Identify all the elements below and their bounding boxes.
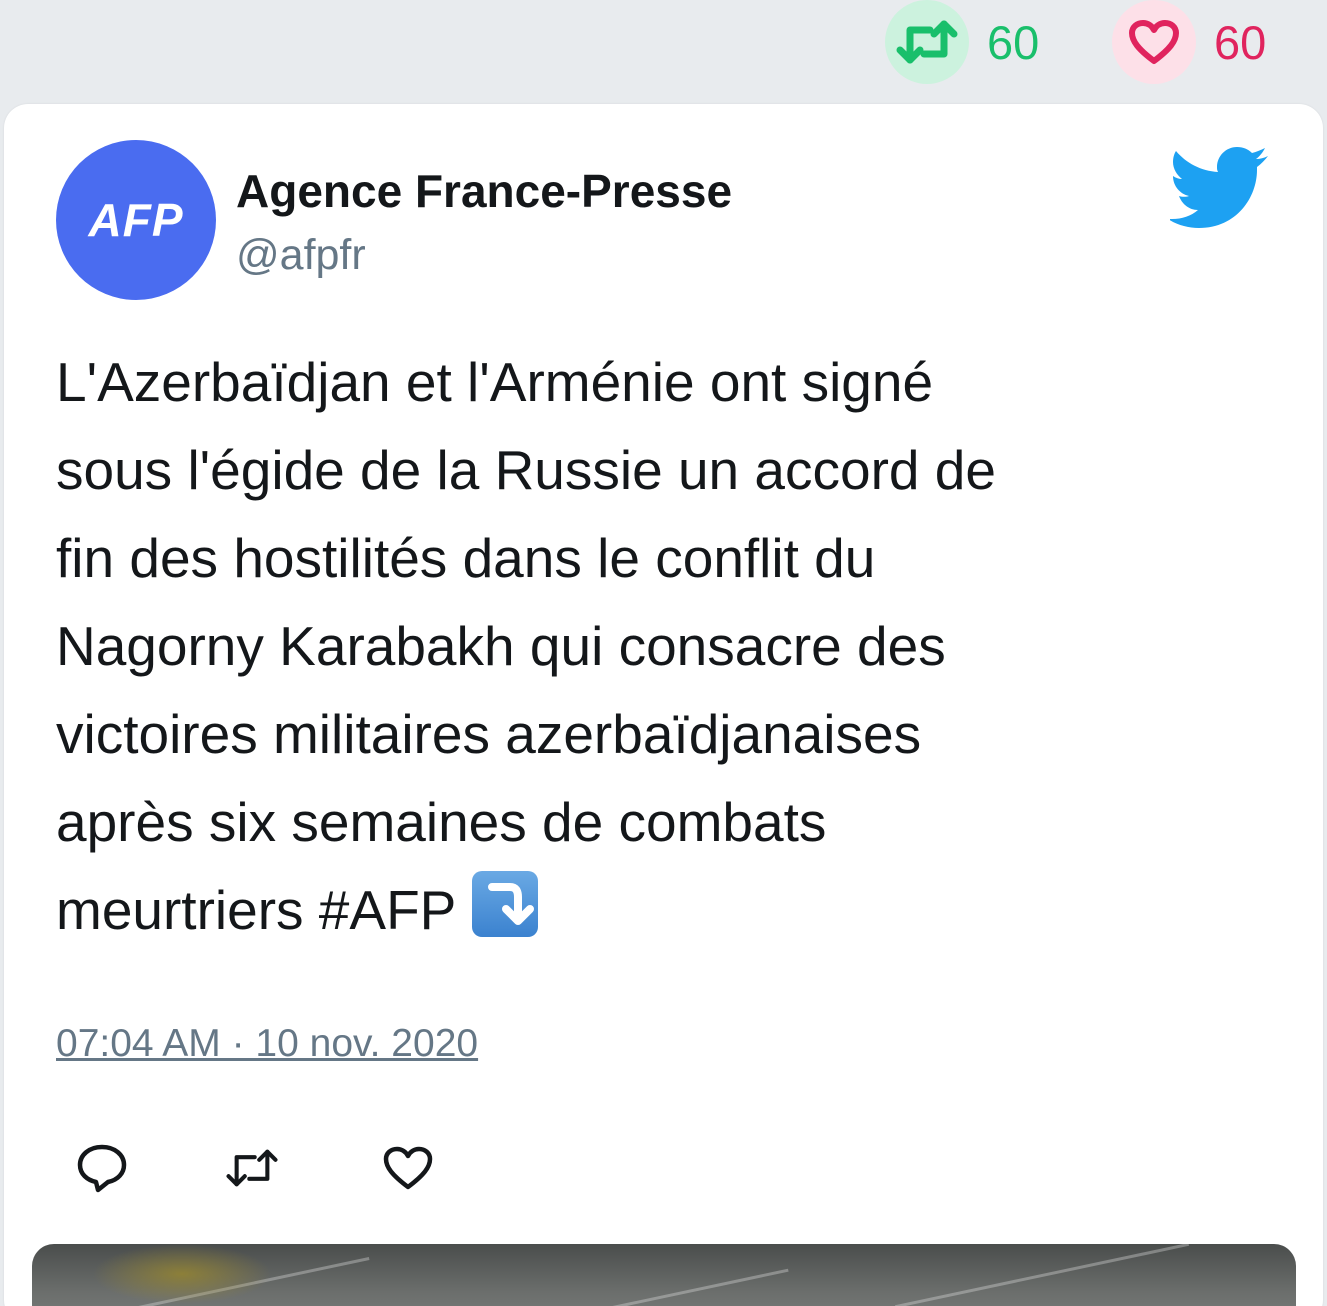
- retweet-button[interactable]: [224, 1140, 280, 1196]
- tweet-timestamp[interactable]: 07:04 AM · 10 nov. 2020: [56, 1024, 478, 1063]
- retweet-stat[interactable]: 60: [885, 0, 1039, 84]
- like-stat[interactable]: 60: [1112, 0, 1266, 84]
- retweet-stat-bubble: [885, 0, 969, 84]
- avatar-logo-text: AFP: [88, 194, 184, 246]
- retweet-count: 60: [987, 15, 1040, 69]
- like-button[interactable]: [380, 1140, 436, 1196]
- tweet-media-image[interactable]: [32, 1244, 1296, 1306]
- reply-icon: [77, 1144, 127, 1193]
- like-stat-bubble: [1112, 0, 1196, 84]
- avatar[interactable]: AFP: [56, 140, 216, 300]
- retweet-icon: [896, 20, 958, 64]
- heart-icon: [383, 1146, 433, 1190]
- like-count: 60: [1214, 15, 1267, 69]
- engagement-stats: 60 60: [0, 0, 1327, 100]
- heart-icon: [1129, 20, 1179, 64]
- author-name[interactable]: Agence France-Presse: [236, 168, 732, 214]
- page: 60 60 AFP Agence France-Presse @afpfr L'…: [0, 0, 1327, 1306]
- twitter-bird-icon[interactable]: [1170, 146, 1270, 228]
- tweet-card[interactable]: AFP Agence France-Presse @afpfr L'Azerba…: [4, 104, 1323, 1306]
- tweet-text: L'Azerbaïdjan et l'Arménie ont signé sou…: [56, 338, 1256, 954]
- reply-button[interactable]: [74, 1140, 130, 1196]
- media-streak: [455, 1268, 789, 1306]
- retweet-icon: [226, 1149, 278, 1187]
- author-handle[interactable]: @afpfr: [236, 234, 366, 277]
- media-streak: [894, 1244, 1190, 1306]
- arrow-down-right-emoji: [472, 871, 539, 937]
- media-foliage: [92, 1244, 272, 1304]
- tweet-body: L'Azerbaïdjan et l'Arménie ont signé sou…: [56, 351, 996, 941]
